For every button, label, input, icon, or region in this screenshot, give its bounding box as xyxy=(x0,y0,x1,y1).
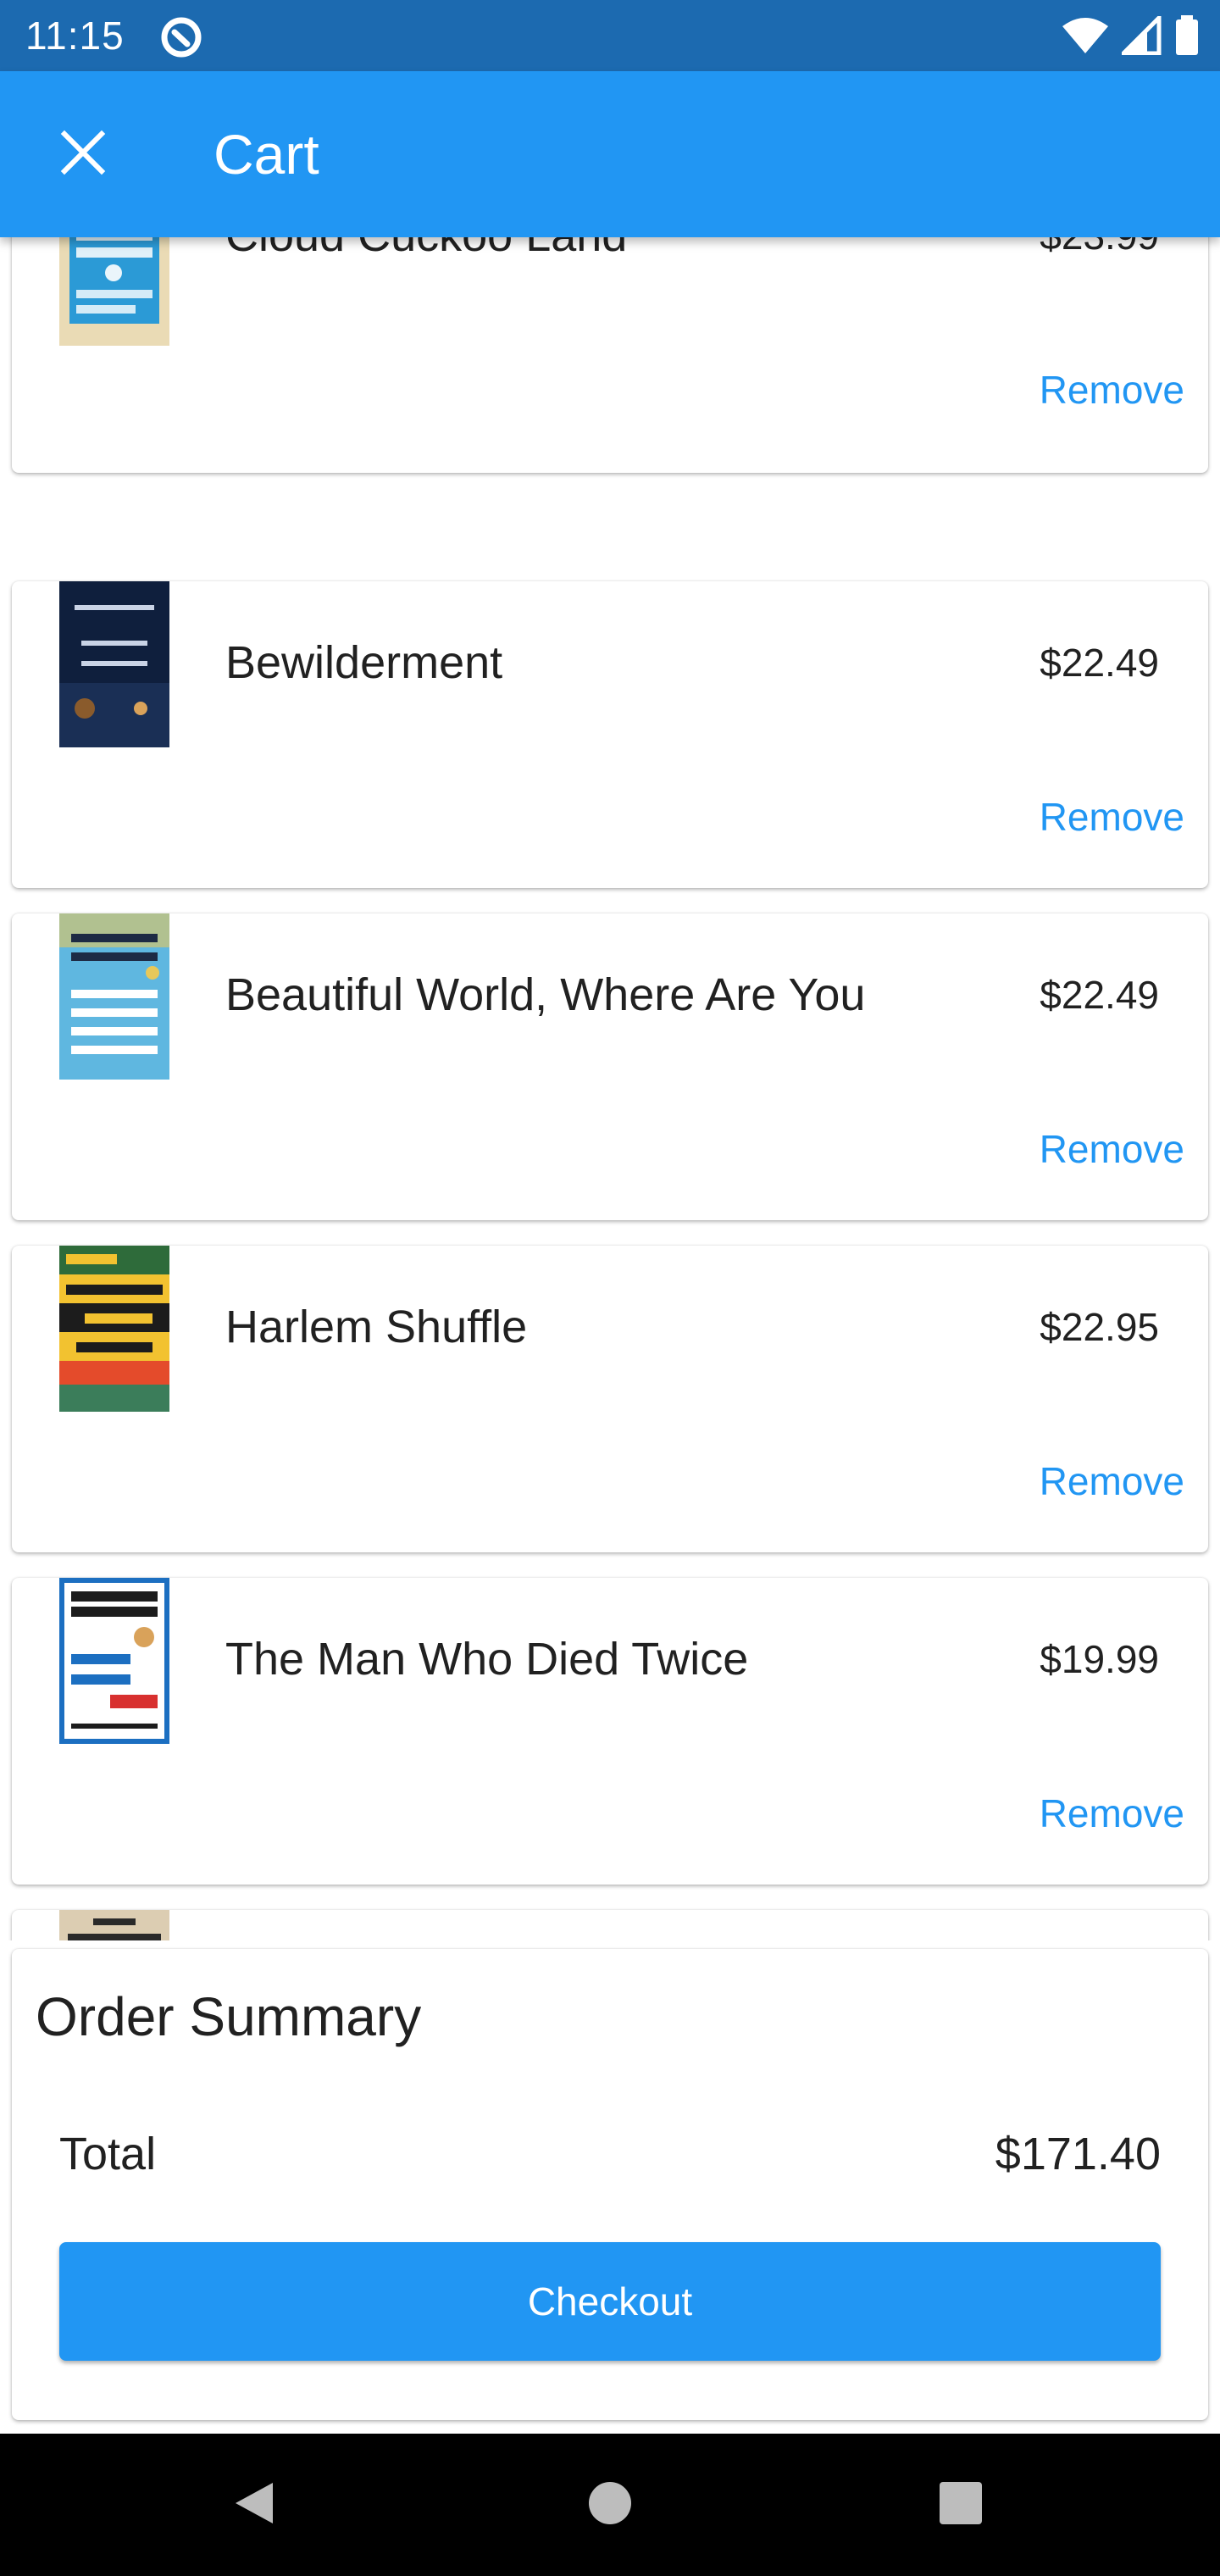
remove-button[interactable]: Remove xyxy=(1040,1454,1184,1508)
recents-square-icon xyxy=(938,2480,984,2530)
item-title: Cloud Cuckoo Land xyxy=(225,237,627,266)
close-button[interactable] xyxy=(42,122,124,186)
remove-button[interactable]: Remove xyxy=(1040,1786,1184,1840)
back-triangle-icon xyxy=(232,2479,276,2531)
remove-button[interactable]: Remove xyxy=(1040,363,1184,417)
item-price: $22.49 xyxy=(1040,973,1159,1017)
cart-item xyxy=(12,1910,1208,1940)
item-title: Beautiful World, Where Are You xyxy=(225,969,866,1020)
item-price: $22.49 xyxy=(1040,641,1159,685)
total-label: Total xyxy=(59,2129,157,2179)
order-summary-card: Order Summary Total $171.40 Checkout xyxy=(12,1949,1208,2420)
cellular-signal-icon xyxy=(1122,16,1162,55)
app-bar: Cart xyxy=(0,71,1220,237)
book-cover-image xyxy=(59,1910,169,1940)
checkout-button[interactable]: Checkout xyxy=(59,2242,1161,2361)
cart-item: The Man Who Died Twice $19.99 Remove xyxy=(12,1578,1208,1885)
cart-list[interactable]: Cloud Cuckoo Land $23.99 Remove Bewilder… xyxy=(0,237,1220,1940)
system-nav-bar xyxy=(0,2434,1220,2576)
book-cover-image xyxy=(59,237,169,346)
total-value: $171.40 xyxy=(995,2129,1161,2179)
order-summary-title: Order Summary xyxy=(36,1986,422,2047)
item-title: Harlem Shuffle xyxy=(225,1302,528,1352)
book-cover-image xyxy=(59,913,169,1080)
battery-icon xyxy=(1174,15,1200,56)
item-price: $19.99 xyxy=(1040,1637,1159,1681)
cart-item: Harlem Shuffle $22.95 Remove xyxy=(12,1246,1208,1552)
status-bar: 11:15 xyxy=(0,0,1220,71)
page-title: Cart xyxy=(214,123,319,186)
remove-button[interactable]: Remove xyxy=(1040,1122,1184,1176)
cart-item: Bewilderment $22.49 Remove xyxy=(12,581,1208,888)
home-circle-icon xyxy=(587,2480,633,2530)
item-price: $23.99 xyxy=(1040,237,1159,263)
cart-item: Cloud Cuckoo Land $23.99 Remove xyxy=(12,237,1208,473)
item-price: $22.95 xyxy=(1040,1305,1159,1349)
close-icon xyxy=(59,129,107,180)
recents-button[interactable] xyxy=(927,2471,995,2539)
book-cover-image xyxy=(59,1578,169,1744)
book-cover-image xyxy=(59,1246,169,1412)
status-icons xyxy=(1061,14,1200,58)
back-button[interactable] xyxy=(220,2471,288,2539)
item-title: Bewilderment xyxy=(225,637,503,688)
home-button[interactable] xyxy=(576,2471,644,2539)
cart-item: Beautiful World, Where Are You $22.49 Re… xyxy=(12,913,1208,1220)
item-title: The Man Who Died Twice xyxy=(225,1634,749,1685)
status-time: 11:15 xyxy=(25,14,125,58)
app-notification-icon xyxy=(159,15,203,59)
book-cover-image xyxy=(59,581,169,747)
remove-button[interactable]: Remove xyxy=(1040,790,1184,844)
wifi-icon xyxy=(1061,16,1110,55)
